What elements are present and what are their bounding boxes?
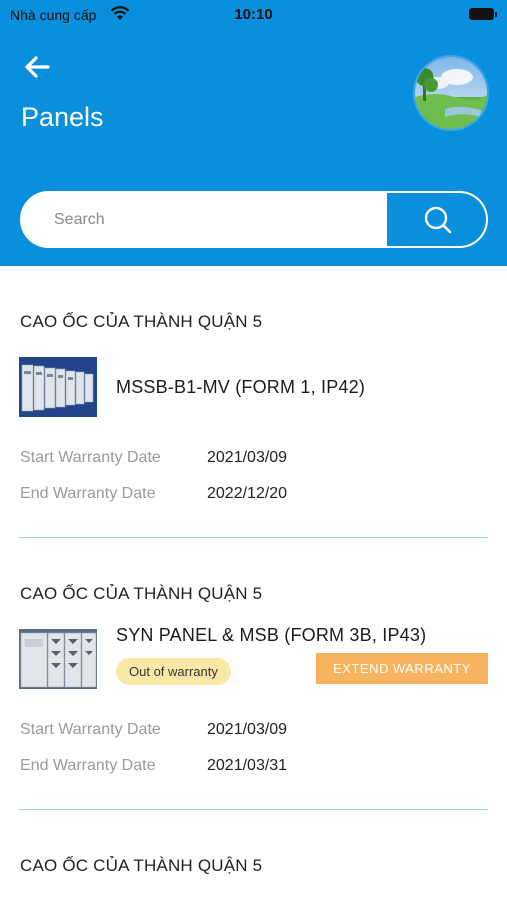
- end-warranty-label: End Warranty Date: [20, 485, 156, 502]
- end-warranty-date: 2021/03/31: [207, 757, 288, 774]
- panel-card[interactable]: CAO ỐC CỦA THÀNH QUẬN 5: [0, 538, 507, 810]
- start-warranty-date: 2021/03/09: [207, 449, 288, 466]
- panels-screen: Nhà cung cấp 10:10 Panels Search CAO ỐC …: [0, 0, 507, 900]
- start-warranty-date: 2021/03/09: [207, 721, 288, 738]
- panel-name: SYN PANEL & MSB (FORM 3B, IP43): [116, 625, 427, 645]
- panel-name: MSSB-B1-MV (FORM 1, IP42): [116, 377, 366, 397]
- search-icon: [424, 206, 451, 233]
- search-input[interactable]: [22, 193, 387, 246]
- warranty-status-badge: Out of warranty: [116, 658, 231, 685]
- panel-card[interactable]: CAO ỐC CỦA THÀNH QUẬN 5: [0, 266, 507, 538]
- header: Nhà cung cấp 10:10 Panels: [0, 0, 507, 266]
- arrow-left-icon: [25, 56, 50, 78]
- panel-card[interactable]: CAO ỐC CỦA THÀNH QUẬN 5: [0, 810, 507, 900]
- building-name: CAO ỐC CỦA THÀNH QUẬN 5: [20, 312, 263, 331]
- building-name: CAO ỐC CỦA THÀNH QUẬN 5: [20, 856, 263, 875]
- status-time: 10:10: [234, 6, 273, 23]
- avatar[interactable]: [413, 55, 489, 131]
- end-warranty-date: 2022/12/20: [207, 485, 288, 502]
- back-button[interactable]: [22, 52, 52, 82]
- building-name: CAO ỐC CỦA THÀNH QUẬN 5: [20, 584, 263, 603]
- start-warranty-label: Start Warranty Date: [20, 721, 161, 738]
- search-bar: [20, 191, 488, 248]
- panel-thumbnail: [19, 357, 97, 417]
- battery-icon: [469, 8, 497, 20]
- panel-thumbnail: [19, 629, 97, 689]
- end-warranty-label: End Warranty Date: [20, 757, 156, 774]
- extend-warranty-button[interactable]: EXTEND WARRANTY: [316, 653, 488, 684]
- page-title: Panels: [21, 102, 104, 132]
- search-button[interactable]: [387, 193, 486, 246]
- status-bar: Nhà cung cấp 10:10: [0, 0, 507, 30]
- start-warranty-label: Start Warranty Date: [20, 449, 161, 466]
